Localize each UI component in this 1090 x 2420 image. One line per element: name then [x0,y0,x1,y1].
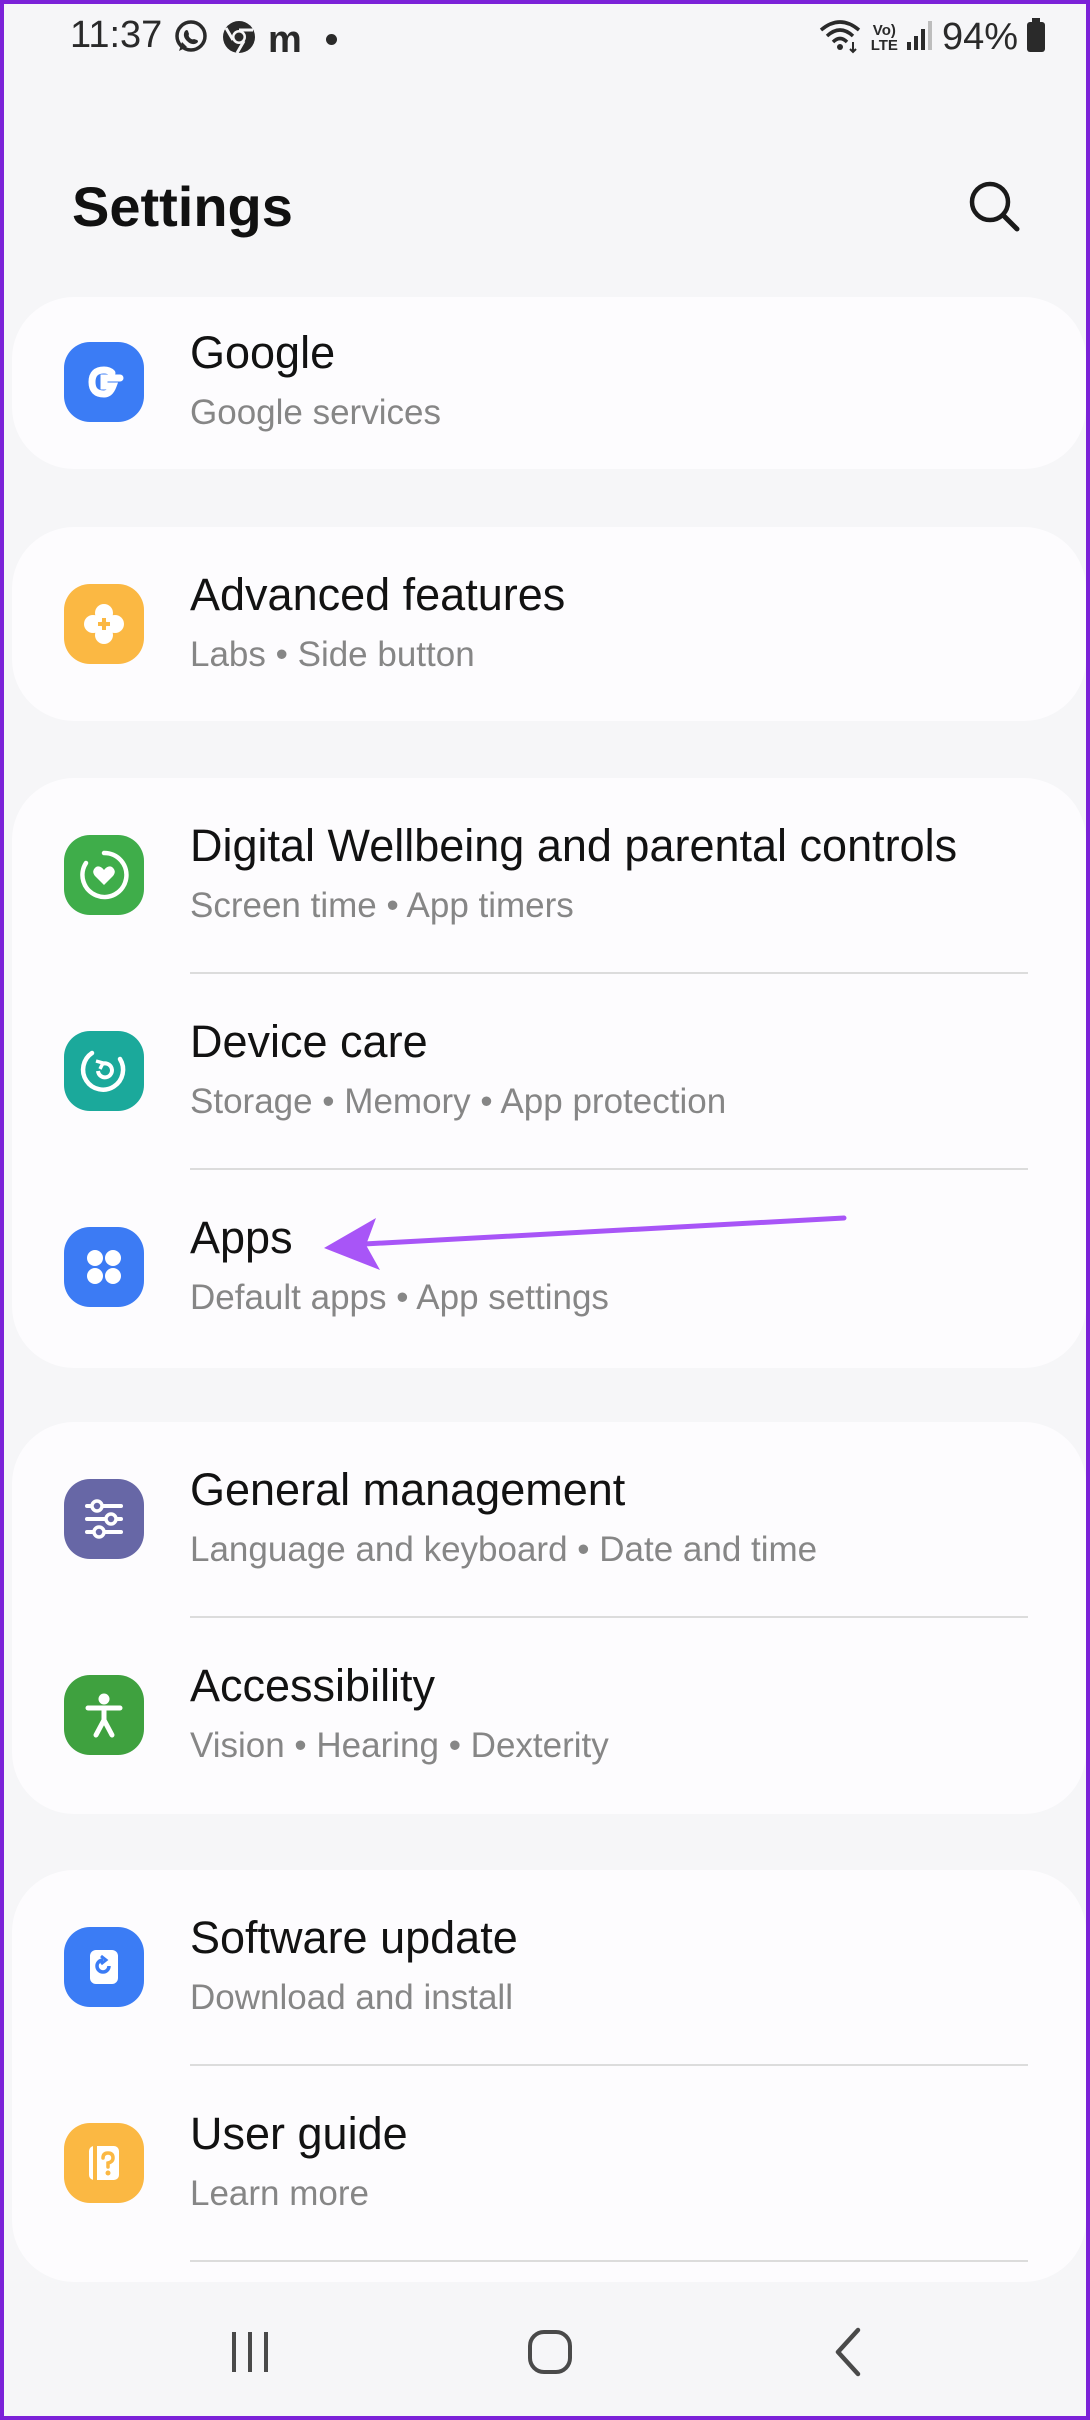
whatsapp-icon [172,18,210,61]
item-subtitle: Learn more [190,2174,369,2213]
settings-item-device-care[interactable]: Device care Storage • Memory • App prote… [12,974,1086,1170]
page-title: Settings [72,175,293,238]
settings-group-google: Google Google services [12,297,1086,469]
more-notifications-dot [325,34,337,45]
signal-icon [906,18,934,57]
battery-icon [1026,17,1046,58]
search-icon[interactable] [964,176,1024,236]
navigation-bar [4,2284,1086,2416]
item-subtitle: Storage • Memory • App protection [190,1082,727,1121]
item-subtitle: Download and install [190,1978,513,2017]
item-subtitle: Default apps • App settings [190,1278,609,1317]
status-bar: 11:37 m Vo) LTE 94% [4,4,1086,74]
wifi-icon [817,16,863,59]
item-title: Software update [190,1912,518,1963]
status-time: 11:37 [70,14,163,56]
battery-percent: 94% [941,16,1018,58]
item-title: Digital Wellbeing and parental controls [190,820,958,871]
accessibility-icon [64,1675,144,1755]
settings-item-general-management[interactable]: General management Language and keyboard… [12,1422,1086,1618]
notification-icons: m [172,18,337,61]
item-subtitle: Screen time • App timers [190,886,574,925]
settings-group-device: Digital Wellbeing and parental controls … [12,778,1086,1368]
m-app-icon: m [268,18,302,61]
item-subtitle: Labs • Side button [190,635,475,674]
divider [190,2260,1028,2262]
item-subtitle: Language and keyboard • Date and time [190,1530,818,1569]
settings-item-software-update[interactable]: Software update Download and install [12,1870,1086,2066]
system-icons: Vo) LTE 94% [817,16,1046,59]
settings-group-general: General management Language and keyboard… [12,1422,1086,1814]
item-title: Apps [190,1212,293,1263]
back-icon[interactable] [810,2312,890,2392]
item-title: Accessibility [190,1660,436,1711]
software-update-icon [64,1927,144,2007]
settings-screen: 11:37 m Vo) LTE 94% Settings Google Goog… [4,4,1086,2416]
settings-item-advanced-features[interactable]: Advanced features Labs • Side button [12,527,1086,723]
settings-item-user-guide[interactable]: User guide Learn more [12,2066,1086,2262]
settings-item-digital-wellbeing[interactable]: Digital Wellbeing and parental controls … [12,778,1086,974]
chrome-icon [220,18,258,61]
item-title: User guide [190,2108,408,2159]
item-subtitle: Google services [190,393,441,432]
advanced-features-icon [64,584,144,664]
general-management-icon [64,1479,144,1559]
annotation-arrow [314,1204,854,1274]
settings-group-advanced: Advanced features Labs • Side button [12,527,1086,721]
google-icon [64,342,144,422]
apps-icon [64,1227,144,1307]
settings-item-google[interactable]: Google Google services [12,285,1086,481]
recents-icon[interactable] [210,2312,290,2392]
settings-group-support: Software update Download and install Use… [12,1870,1086,2282]
settings-item-accessibility[interactable]: Accessibility Vision • Hearing • Dexteri… [12,1618,1086,1814]
device-care-icon [64,1031,144,1111]
digital-wellbeing-icon [64,835,144,915]
item-title: Advanced features [190,569,566,620]
item-title: Device care [190,1016,428,1067]
item-title: Google [190,327,336,378]
item-title: General management [190,1464,626,1515]
item-subtitle: Vision • Hearing • Dexterity [190,1726,609,1765]
home-icon[interactable] [510,2312,590,2392]
volte-icon: Vo) LTE [870,21,898,54]
user-guide-icon [64,2123,144,2203]
